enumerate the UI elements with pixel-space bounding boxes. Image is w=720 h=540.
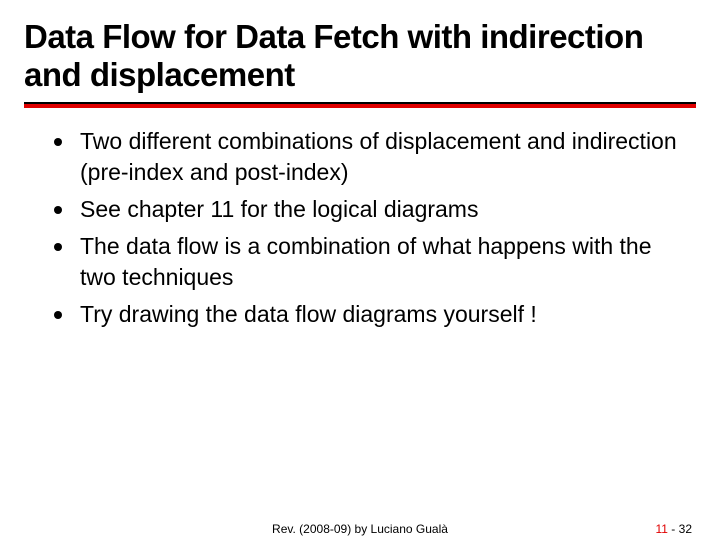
slide-title: Data Flow for Data Fetch with indirectio… <box>24 18 696 94</box>
list-item: Two different combinations of displaceme… <box>54 126 686 188</box>
bullet-list: Two different combinations of displaceme… <box>24 126 696 330</box>
footer-page: 11 - 32 <box>656 522 693 536</box>
footer-section-number: 11 <box>656 522 668 536</box>
bullet-icon <box>54 311 62 319</box>
bullet-text: See chapter 11 for the logical diagrams <box>80 194 478 225</box>
bullet-icon <box>54 243 62 251</box>
bullet-text: The data flow is a combination of what h… <box>80 231 686 293</box>
list-item: The data flow is a combination of what h… <box>54 231 686 293</box>
bullet-text: Two different combinations of displaceme… <box>80 126 686 188</box>
footer-page-number: 32 <box>679 522 692 536</box>
list-item: See chapter 11 for the logical diagrams <box>54 194 686 225</box>
footer-revision: Rev. (2008-09) by Luciano Gualà <box>272 522 448 536</box>
bullet-icon <box>54 206 62 214</box>
slide: Data Flow for Data Fetch with indirectio… <box>0 0 720 540</box>
title-underline <box>24 102 696 108</box>
bullet-icon <box>54 138 62 146</box>
bullet-text: Try drawing the data flow diagrams yours… <box>80 299 537 330</box>
footer-separator: - <box>668 522 679 536</box>
list-item: Try drawing the data flow diagrams yours… <box>54 299 686 330</box>
